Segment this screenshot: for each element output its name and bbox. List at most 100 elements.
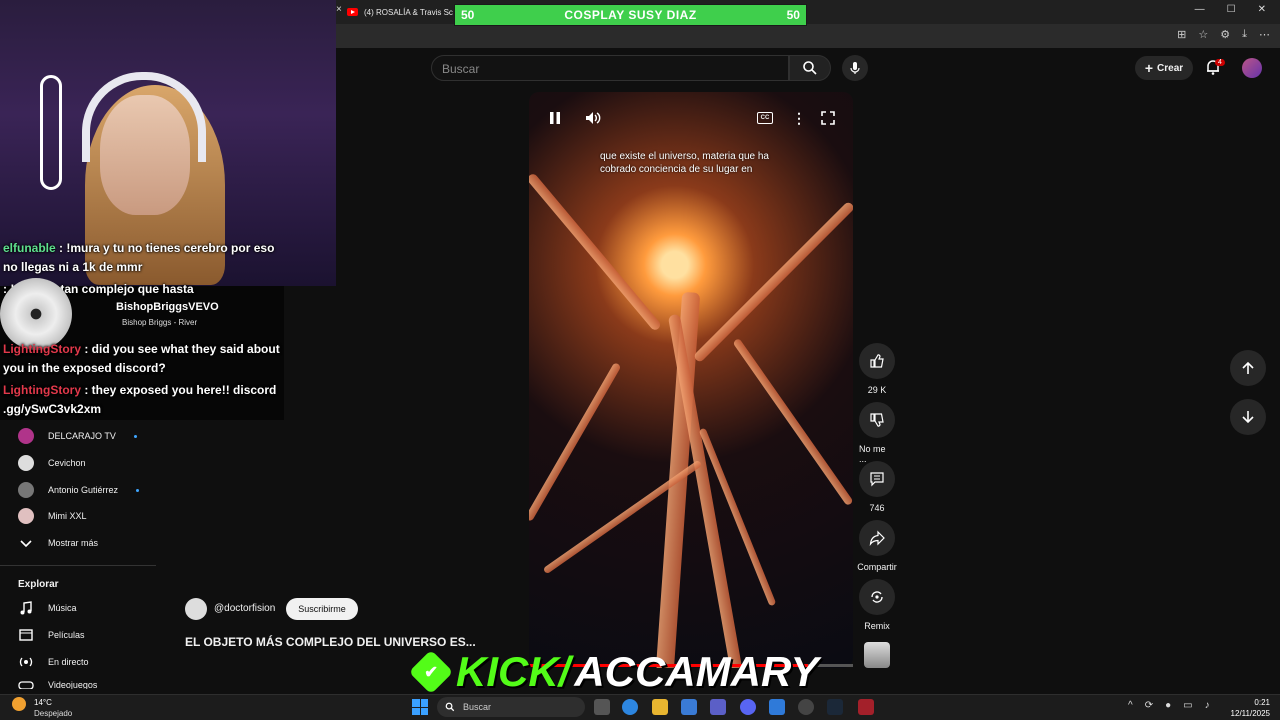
sidebar-item-antonio-gutierrez[interactable]: Antonio Gutiérrez [18, 482, 140, 498]
sidebar-item-cevichon[interactable]: Cevichon [18, 455, 86, 471]
task-view-icon[interactable] [594, 699, 610, 715]
network-icon[interactable]: ▭ [1183, 700, 1192, 711]
downloads-icon[interactable]: ⤓ [1242, 28, 1247, 41]
steam-icon[interactable] [827, 699, 843, 715]
closed-captions-button[interactable]: CC [757, 112, 773, 124]
share-label: Compartir [857, 562, 897, 572]
voice-search-button[interactable] [842, 55, 868, 81]
plus-icon: + [1144, 60, 1154, 76]
address-bar[interactable] [336, 24, 1280, 48]
sidebar-item-delcarajo-tv[interactable]: DELCARAJO TV [18, 428, 137, 444]
channel-avatar[interactable] [185, 598, 207, 620]
video-caption: que existe el universo, materia que ha c… [600, 151, 769, 175]
dislike-action[interactable]: No me ... [859, 402, 895, 464]
taskbar-clock[interactable]: 0:21 12/11/2025 [1231, 697, 1270, 719]
create-label: Crear [1157, 62, 1184, 74]
windows-start-icon[interactable] [412, 699, 428, 715]
browser-toolbar-icons: ⊞ ☆ ⚙ ⤓ ⋯ [1177, 28, 1270, 41]
short-title[interactable]: EL OBJETO MÁS COMPLEJO DEL UNIVERSO ES..… [185, 635, 476, 649]
menu-dots-icon[interactable]: ⋯ [1259, 28, 1270, 41]
teams-icon[interactable] [710, 699, 726, 715]
maximize-button[interactable]: ☐ [1227, 4, 1236, 15]
share-arrow-icon [869, 530, 885, 546]
subscribe-button[interactable]: Suscribirme [286, 598, 358, 620]
kick-channel-watermark: ✔ KICK/ACCAMARY [408, 648, 819, 695]
store-icon[interactable] [681, 699, 697, 715]
like-action[interactable]: 29 K [859, 343, 895, 395]
app-icon[interactable] [769, 699, 785, 715]
short-video-player[interactable] [529, 92, 853, 668]
channel-handle[interactable]: @doctorfision [214, 603, 275, 614]
sidebar-show-more[interactable]: Mostrar más [18, 535, 98, 551]
browser-tab[interactable]: (4) ROSALÍA & Travis Sc [347, 2, 457, 22]
chat-username: LightingStory [3, 383, 81, 397]
sidebar-item-music[interactable]: Música [18, 600, 77, 616]
microphone-icon[interactable]: ● [1165, 700, 1171, 711]
sidebar-item-movies[interactable]: Películas [18, 627, 85, 643]
verified-check-icon: ✔ [408, 649, 454, 695]
more-options-icon[interactable]: ⋮ [792, 110, 806, 127]
banner-left-value: 50 [461, 8, 475, 22]
taskbar-search[interactable]: Buscar [437, 697, 585, 717]
kick-username: ACCAMARY [574, 648, 819, 695]
remix-icon [871, 591, 883, 603]
search-button[interactable] [789, 55, 831, 81]
weather-icon[interactable] [12, 697, 26, 711]
file-explorer-icon[interactable] [652, 699, 668, 715]
app-icon[interactable] [858, 699, 874, 715]
stream-goal-banner: 50 COSPLAY SUSY DIAZ 50 [454, 4, 807, 26]
notification-count-badge: 4 [1215, 59, 1225, 66]
discord-icon[interactable] [740, 699, 756, 715]
sidebar-item-label: Mimi XXL [48, 511, 87, 521]
sidebar-item-mimi-xxl[interactable]: Mimi XXL [18, 508, 87, 524]
headset-icon [82, 72, 206, 162]
split-screen-icon[interactable]: ⊞ [1177, 28, 1186, 41]
remix-button[interactable] [859, 579, 895, 615]
pause-button[interactable] [548, 111, 562, 130]
share-button[interactable] [859, 520, 895, 556]
arrow-down-icon [1242, 411, 1254, 424]
create-button[interactable]: + Crear [1135, 56, 1193, 80]
fullscreen-icon [821, 111, 835, 125]
sidebar-item-label: En directo [48, 657, 89, 667]
obs-icon[interactable] [798, 699, 814, 715]
previous-short-button[interactable] [1230, 350, 1266, 386]
remix-action[interactable]: Remix [859, 579, 895, 631]
share-action[interactable]: Compartir [857, 520, 897, 572]
search-input[interactable]: Buscar [431, 55, 789, 81]
video-visual-fiber [692, 200, 853, 364]
minimize-button[interactable]: — [1195, 4, 1205, 15]
comments-action[interactable]: 746 [859, 461, 895, 513]
channel-avatar [18, 428, 34, 444]
sync-icon[interactable]: ⟳ [1145, 700, 1153, 711]
gamepad-icon [18, 681, 34, 689]
now-playing-song: Bishop Briggs - River [122, 318, 198, 327]
edge-browser-icon[interactable] [622, 699, 638, 715]
favorite-star-icon[interactable]: ☆ [1198, 28, 1208, 41]
audio-source-thumbnail[interactable] [864, 642, 890, 668]
live-broadcast-icon [19, 657, 33, 667]
close-window-button[interactable]: ✕ [1258, 4, 1266, 15]
kick-word: KICK/ [456, 648, 571, 695]
like-button[interactable] [859, 343, 895, 379]
account-avatar[interactable] [1242, 58, 1262, 78]
volume-icon [586, 112, 601, 124]
fullscreen-button[interactable] [821, 111, 835, 130]
video-visual-fiber [529, 362, 622, 522]
search-icon [445, 702, 455, 712]
comments-button[interactable] [859, 461, 895, 497]
channel-avatar [18, 482, 34, 498]
speaker-icon[interactable]: ♪ [1205, 700, 1210, 711]
sidebar-item-label: Música [48, 603, 77, 613]
channel-avatar [18, 508, 34, 524]
extensions-icon[interactable]: ⚙ [1220, 28, 1230, 41]
volume-button[interactable] [585, 111, 601, 130]
channel-avatar [18, 455, 34, 471]
chevron-up-icon[interactable]: ^ [1128, 700, 1133, 711]
dislike-button[interactable] [859, 402, 895, 438]
sidebar-item-gaming[interactable]: Videojuegos [18, 681, 97, 689]
close-tab-icon[interactable]: × [336, 4, 342, 15]
next-short-button[interactable] [1230, 399, 1266, 435]
explore-heading: Explorar [18, 579, 59, 590]
sidebar-item-live[interactable]: En directo [18, 654, 89, 670]
